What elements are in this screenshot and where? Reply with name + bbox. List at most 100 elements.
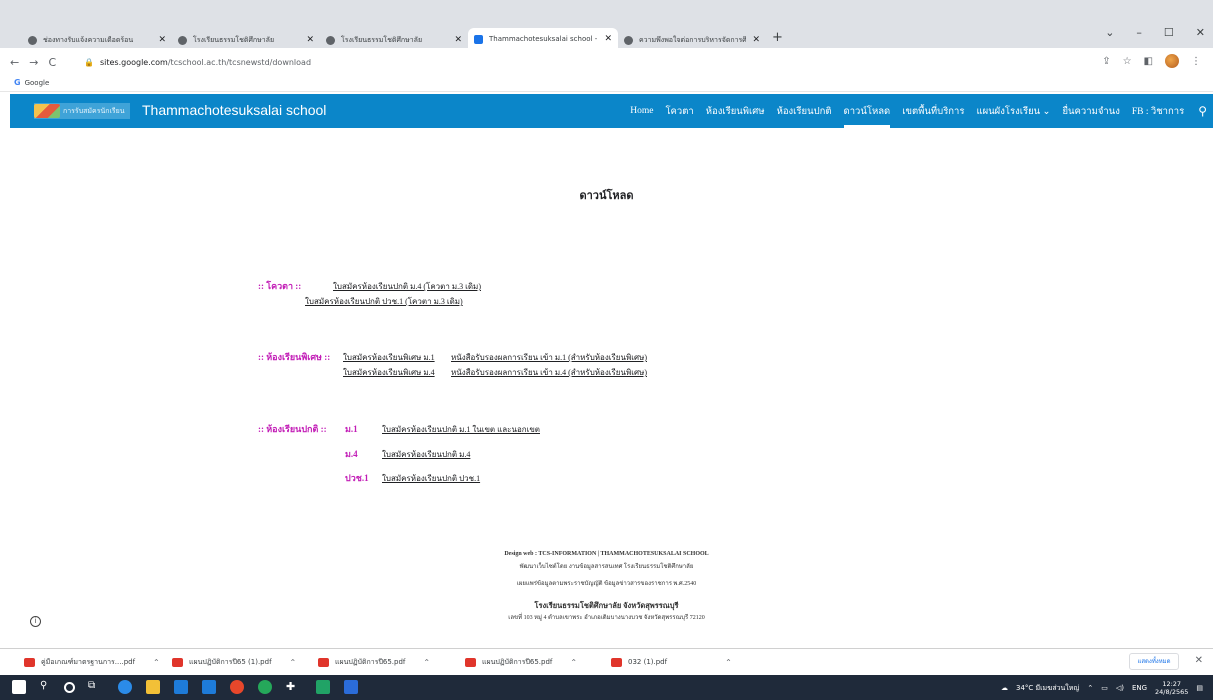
pdf-icon bbox=[318, 657, 329, 667]
download-item[interactable]: 032 (1).pdf ⌃ bbox=[611, 656, 732, 668]
browser-tab[interactable]: โรงเรียนธรรมโชติศึกษาลัย ✕ bbox=[172, 30, 320, 50]
download-item[interactable]: คู่มือเกณฑ์มาตรฐานการ....pdf ⌃ bbox=[24, 656, 160, 668]
url-host: sites.google.com bbox=[99, 57, 168, 67]
site-logo[interactable]: การรับสมัครนักเรียน bbox=[34, 103, 130, 119]
clock[interactable]: 12:27 24/8/2565 bbox=[1155, 680, 1188, 696]
info-icon[interactable]: i bbox=[30, 616, 41, 627]
close-download-shelf-icon[interactable]: ✕ bbox=[1195, 655, 1203, 666]
bookmark-star-icon[interactable]: ☆ bbox=[1123, 56, 1132, 67]
profile-avatar[interactable] bbox=[1165, 54, 1179, 68]
notification-icon[interactable]: ▤ bbox=[1196, 684, 1203, 692]
browser-tab-active[interactable]: Thammachotesuksalai school - ดาวน์โหลด ✕ bbox=[468, 28, 618, 50]
download-item[interactable]: แผนปฏิบัติการปี65.pdf ⌃ bbox=[318, 656, 430, 668]
weather-icon: ☁ bbox=[1000, 684, 1008, 692]
browser-tab[interactable]: ช่องทางรับแจ้งความเดือดร้อน ✕ bbox=[22, 30, 172, 50]
quota-label: :: โควตา :: bbox=[258, 281, 302, 291]
special-m1-certificate-link[interactable]: หนังสือรับรองผลการเรียน เข้า ม.1 (สำหรับ… bbox=[451, 351, 647, 364]
windows-taskbar: ⚲ ⧉ ✚ ☁ 34°C มีเมฆส่วนใหญ่ ⌃ ▭ ◁) ENG 12… bbox=[0, 675, 1213, 700]
quota-link-pvc1[interactable]: ใบสมัครห้องเรียนปกติ ปวช.1 (โควตา ม.3 เด… bbox=[305, 295, 463, 308]
menu-icon[interactable]: ⋮ bbox=[1191, 56, 1201, 67]
system-tray: ☁ 34°C มีเมฆส่วนใหญ่ ⌃ ▭ ◁) ENG 12:27 24… bbox=[1001, 680, 1203, 696]
start-icon[interactable] bbox=[12, 680, 26, 694]
close-window-button[interactable]: ✕ bbox=[1196, 26, 1205, 39]
weather-text[interactable]: 34°C มีเมฆส่วนใหญ่ bbox=[1016, 683, 1079, 694]
normal-m4-link[interactable]: ใบสมัครห้องเรียนปกติ ม.4 bbox=[382, 448, 470, 461]
bookmarks-bar: G Google bbox=[0, 74, 1213, 92]
site-title[interactable]: Thammachotesuksalai school bbox=[142, 102, 326, 118]
excel-icon[interactable] bbox=[316, 680, 330, 694]
nav-submit-intent[interactable]: ยื่นความจำนง bbox=[1062, 94, 1119, 128]
nav-fb-academic[interactable]: FB : วิชาการ bbox=[1132, 94, 1184, 128]
store-icon[interactable] bbox=[174, 680, 188, 694]
language-indicator[interactable]: ENG bbox=[1132, 684, 1147, 692]
mail-icon[interactable] bbox=[202, 680, 216, 694]
globe-icon bbox=[326, 35, 335, 45]
chevron-up-icon[interactable]: ⌃ bbox=[423, 658, 430, 667]
nav-download[interactable]: ดาวน์โหลด bbox=[843, 94, 890, 128]
side-panel-icon[interactable]: ◧ bbox=[1144, 56, 1153, 67]
file-explorer-icon[interactable] bbox=[146, 680, 160, 694]
search-icon[interactable]: ⚲ bbox=[1198, 94, 1207, 128]
address-bar[interactable]: 🔒 sites.google.com /tcschool.ac.th/tcsne… bbox=[84, 53, 1084, 71]
chevron-up-icon[interactable]: ⌃ bbox=[725, 658, 732, 667]
pdf-icon bbox=[465, 657, 476, 667]
nav-school-map[interactable]: แผนผังโรงเรียน ⌄ bbox=[977, 94, 1051, 128]
special-m1-application-link[interactable]: ใบสมัครห้องเรียนพิเศษ ม.1 bbox=[343, 351, 435, 364]
logo-text: การรับสมัครนักเรียน bbox=[63, 106, 125, 115]
chevron-up-icon[interactable]: ⌃ bbox=[1087, 684, 1093, 692]
nav-service-area[interactable]: เขตพื้นที่บริการ bbox=[902, 94, 964, 128]
browser-tab[interactable]: ความพึงพอใจต่อการบริหารจัดการศึกษา ✕ bbox=[618, 30, 766, 50]
chrome-icon[interactable] bbox=[230, 680, 244, 694]
browser-window: ช่องทางรับแจ้งความเดือดร้อน ✕ โรงเรียนธร… bbox=[0, 0, 1213, 700]
nav-special-class[interactable]: ห้องเรียนพิเศษ bbox=[706, 94, 765, 128]
grade-label: ม.1 bbox=[345, 424, 358, 434]
special-m4-certificate-link[interactable]: หนังสือรับรองผลการเรียน เข้า ม.4 (สำหรับ… bbox=[451, 366, 647, 379]
download-filename: คู่มือเกณฑ์มาตรฐานการ....pdf bbox=[41, 657, 136, 666]
quota-link-m4[interactable]: ใบสมัครห้องเรียนปกติ ม.4 (โควตา ม.3 เดิม… bbox=[333, 280, 481, 293]
special-m4-application-link[interactable]: ใบสมัครห้องเรียนพิเศษ ม.4 bbox=[343, 366, 435, 379]
cortana-icon[interactable] bbox=[64, 682, 75, 693]
close-tab-icon[interactable]: ✕ bbox=[604, 34, 612, 44]
footer-address: เลขที่ 103 หมู่ 4 ตำบลเขาพระ อำเภอเดิมบา… bbox=[508, 615, 705, 621]
forward-button[interactable]: → bbox=[29, 56, 38, 69]
minimize-button[interactable]: – bbox=[1136, 26, 1142, 39]
books-icon bbox=[34, 104, 60, 118]
browser-tab[interactable]: โรงเรียนธรรมโชติศึกษาลัย ✕ bbox=[320, 30, 468, 50]
restore-button[interactable]: ☐ bbox=[1164, 26, 1174, 39]
nav-home[interactable]: Home bbox=[630, 94, 653, 128]
download-filename: 032 (1).pdf bbox=[628, 658, 668, 666]
edge-icon[interactable] bbox=[118, 680, 132, 694]
close-tab-icon[interactable]: ✕ bbox=[752, 35, 760, 45]
close-tab-icon[interactable]: ✕ bbox=[454, 35, 462, 45]
tab-search-icon[interactable]: ⌄ bbox=[1105, 26, 1114, 39]
normal-pvc1-link[interactable]: ใบสมัครห้องเรียนปกติ ปวช.1 bbox=[382, 472, 480, 485]
line-icon[interactable] bbox=[258, 680, 272, 694]
page-title: ดาวน์โหลด bbox=[579, 190, 634, 202]
download-item[interactable]: แผนปฏิบัติการปี65 (1).pdf ⌃ bbox=[172, 656, 296, 668]
app-icon[interactable]: ✚ bbox=[286, 680, 300, 694]
close-tab-icon[interactable]: ✕ bbox=[158, 35, 166, 45]
nav-quota[interactable]: โควตา bbox=[665, 94, 693, 128]
new-tab-button[interactable]: + bbox=[772, 30, 783, 45]
search-icon[interactable]: ⚲ bbox=[40, 680, 54, 694]
clock-date: 24/8/2565 bbox=[1155, 688, 1189, 696]
reload-button[interactable]: C bbox=[48, 56, 56, 69]
back-button[interactable]: ← bbox=[10, 56, 19, 69]
show-all-downloads-button[interactable]: แสดงทั้งหมด bbox=[1129, 653, 1179, 670]
bookmark-google[interactable]: Google bbox=[25, 79, 50, 87]
network-icon[interactable]: ▭ bbox=[1101, 684, 1108, 692]
share-icon[interactable]: ⇪ bbox=[1102, 56, 1110, 67]
chevron-up-icon[interactable]: ⌃ bbox=[153, 658, 160, 667]
close-tab-icon[interactable]: ✕ bbox=[306, 35, 314, 45]
volume-icon[interactable]: ◁) bbox=[1116, 684, 1124, 692]
footer-developer: พัฒนาเว็บไซต์โดย งานข้อมูลสารสนเทศ โรงเร… bbox=[519, 564, 694, 570]
nav-normal-class[interactable]: ห้องเรียนปกติ bbox=[777, 94, 832, 128]
word-icon[interactable] bbox=[344, 680, 358, 694]
normal-m1-link[interactable]: ใบสมัครห้องเรียนปกติ ม.1 ในเขต และนอกเขต bbox=[382, 423, 540, 436]
download-shelf: คู่มือเกณฑ์มาตรฐานการ....pdf ⌃ แผนปฏิบัต… bbox=[0, 648, 1213, 674]
chevron-up-icon[interactable]: ⌃ bbox=[290, 658, 297, 667]
site-nav: Home โควตา ห้องเรียนพิเศษ ห้องเรียนปกติ … bbox=[618, 94, 1207, 128]
task-view-icon[interactable]: ⧉ bbox=[88, 680, 102, 694]
chevron-up-icon[interactable]: ⌃ bbox=[570, 658, 577, 667]
download-item[interactable]: แผนปฏิบัติการปี65.pdf ⌃ bbox=[465, 656, 577, 668]
